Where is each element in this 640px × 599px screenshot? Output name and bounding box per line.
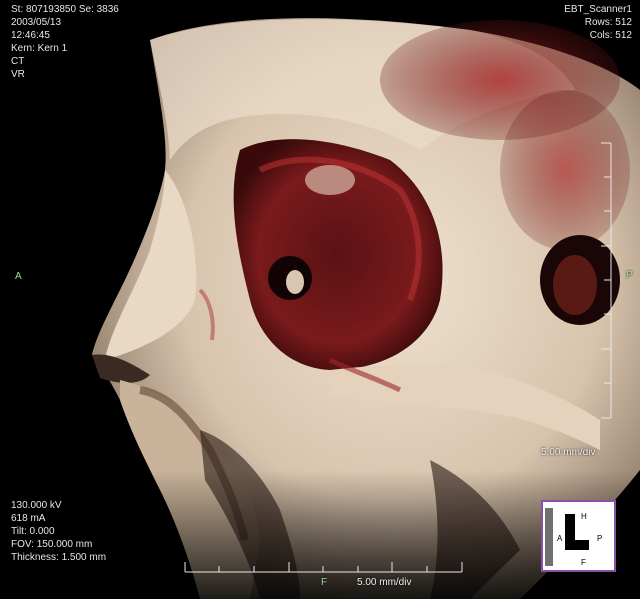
orientation-cube-left-label: A — [557, 534, 563, 543]
scanner-info-overlay: EBT_Scanner1 Rows: 512 Cols: 512 — [564, 3, 632, 42]
render-mode-text: VR — [11, 69, 25, 80]
horizontal-scale-label: 5.00 mm/div — [357, 577, 412, 588]
cols-text: Cols: 512 — [589, 30, 632, 41]
acquisition-info-overlay: 130.000 kV 618 mA Tilt: 0.000 FOV: 150.0… — [11, 499, 106, 564]
orientation-cube-l-glyph-foot — [565, 540, 589, 550]
study-time-text: 12:46:45 — [11, 30, 50, 41]
fov-text: FOV: 150.000 mm — [11, 539, 93, 550]
scanner-name-text: EBT_Scanner1 — [564, 4, 632, 15]
modality-text: CT — [11, 56, 25, 67]
orientation-cube-side — [545, 508, 553, 566]
orientation-cube-bottom-label: F — [581, 558, 586, 567]
kv-text: 130.000 kV — [11, 500, 62, 511]
orientation-bottom-marker: F — [321, 577, 328, 588]
orientation-right-marker: P — [626, 270, 633, 281]
study-date-text: 2003/05/13 — [11, 17, 62, 28]
vertical-scale-label: 5.00 mm/div — [541, 447, 596, 458]
orientation-left-marker: A — [15, 271, 22, 282]
orientation-cube-top-label: H — [581, 512, 587, 521]
patient-info-overlay: St: 807193850 Se: 3836 2003/05/13 12:46:… — [11, 3, 119, 81]
tilt-text: Tilt: 0.000 — [11, 526, 55, 537]
image-viewport[interactable]: St: 807193850 Se: 3836 2003/05/13 12:46:… — [0, 0, 640, 599]
rows-text: Rows: 512 — [584, 17, 632, 28]
ma-text: 618 mA — [11, 513, 46, 524]
orientation-cube-right-label: P — [597, 534, 603, 543]
kernel-text: Kern: Kern 1 — [11, 43, 68, 54]
thickness-text: Thickness: 1.500 mm — [11, 552, 107, 563]
study-series-text: St: 807193850 Se: 3836 — [11, 4, 119, 15]
orientation-cube-widget[interactable]: H A P F — [541, 500, 616, 572]
